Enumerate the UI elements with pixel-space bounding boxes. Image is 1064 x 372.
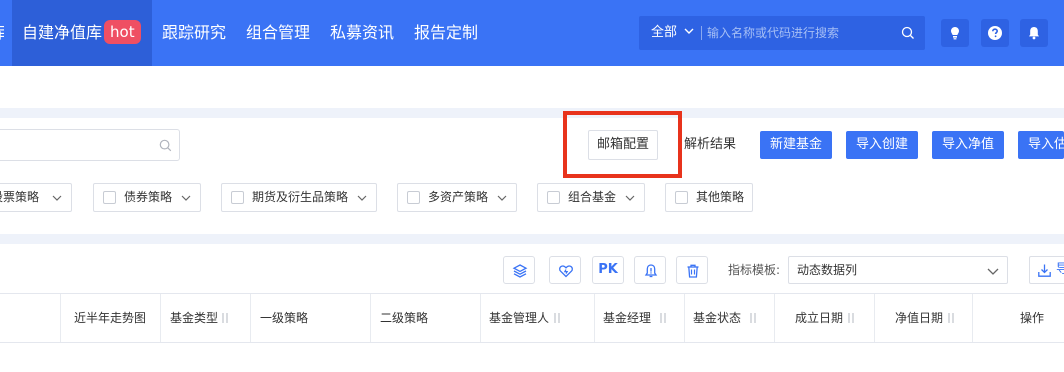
pk-button[interactable]: PK xyxy=(592,256,624,284)
import-nav-button[interactable]: 导入净值 xyxy=(932,131,1005,159)
sort-icon[interactable] xyxy=(221,312,229,324)
checkbox[interactable] xyxy=(675,191,688,204)
search-scope-select[interactable]: 全部 xyxy=(651,16,694,50)
column-label: 基金管理人 xyxy=(489,311,550,325)
heart-icon xyxy=(559,265,573,278)
nav-item-label: 自建净值库 xyxy=(22,23,103,42)
sort-icon[interactable] xyxy=(847,312,855,324)
strategy-label: 债券策略 xyxy=(124,190,173,204)
search-input[interactable] xyxy=(707,21,892,45)
lightbulb-icon xyxy=(951,27,959,40)
tips-button[interactable] xyxy=(941,19,969,47)
section-band-middle xyxy=(0,234,1064,244)
fund-search-input[interactable] xyxy=(0,129,180,161)
favorite-button[interactable] xyxy=(549,256,581,284)
search-icon xyxy=(159,139,172,152)
chevron-down-icon xyxy=(357,195,367,201)
nav-item-self-built-nav-db[interactable]: 自建净值库 hot xyxy=(12,0,152,66)
template-select-value: 动态数据列 xyxy=(797,263,858,277)
checkbox[interactable] xyxy=(547,191,560,204)
column-label: 基金经理 xyxy=(603,311,652,325)
nav-item-report-customization[interactable]: 报告定制 xyxy=(414,0,478,66)
table-header: 近半年走势图 基金类型 一级策略 二级策略 基金管理人 基金经理 基金状态 成立… xyxy=(0,293,1064,343)
strategy-label: 股票策略 xyxy=(0,190,40,204)
import-valuation-button[interactable]: 导入估 xyxy=(1018,131,1064,159)
global-search: 全部 xyxy=(639,16,925,50)
new-fund-button[interactable]: 新建基金 xyxy=(760,131,833,159)
checkbox[interactable] xyxy=(407,191,420,204)
nav-edge-fragment: 库 xyxy=(0,0,4,66)
help-button[interactable] xyxy=(981,19,1009,47)
alert-button[interactable] xyxy=(634,256,666,284)
chevron-down-icon xyxy=(987,268,999,275)
column-label: 成立日期 xyxy=(795,311,844,325)
column-label: 基金类型 xyxy=(170,311,219,325)
strategy-label: 组合基金 xyxy=(568,190,617,204)
search-divider xyxy=(701,26,702,40)
notifications-button[interactable] xyxy=(1020,19,1048,47)
strategy-filter-bond[interactable]: 债券策略 xyxy=(93,183,201,212)
top-nav: 库 自建净值库hot 跟踪研究 组合管理 私募资讯 报告定制 全部 xyxy=(0,0,1064,66)
layers-icon xyxy=(512,264,528,278)
column-header-fund-type[interactable]: 基金类型 xyxy=(160,294,250,342)
column-header-fund-manager-company[interactable]: 基金管理人 xyxy=(480,294,594,342)
chevron-down-icon xyxy=(52,195,62,201)
column-header-trend: 近半年走势图 xyxy=(60,294,160,342)
nav-item-tracking-research[interactable]: 跟踪研究 xyxy=(162,0,226,66)
highlight-box xyxy=(563,111,682,178)
column-label: 二级策略 xyxy=(380,311,429,325)
strategy-filter-other[interactable]: 其他策略 xyxy=(665,183,753,212)
column-label: 基金状态 xyxy=(693,311,742,325)
nav-item-portfolio-management[interactable]: 组合管理 xyxy=(246,0,310,66)
column-label: 净值日期 xyxy=(895,311,944,325)
column-header-inception-date[interactable]: 成立日期 xyxy=(774,294,874,342)
strategy-filter-futures[interactable]: 期货及衍生品策略 xyxy=(221,183,377,212)
export-button[interactable]: 导 xyxy=(1029,256,1064,284)
strategy-filter-stock[interactable]: 股票策略 xyxy=(0,183,72,212)
parse-result-button[interactable]: 解析结果 xyxy=(684,130,736,160)
download-icon xyxy=(1038,264,1051,277)
column-label: 近半年走势图 xyxy=(74,311,147,325)
column-header-level1-strategy: 一级策略 xyxy=(250,294,370,342)
chevron-down-icon xyxy=(497,195,507,201)
strategy-label: 其他策略 xyxy=(696,190,745,204)
nav-item-private-fund-news[interactable]: 私募资讯 xyxy=(330,0,394,66)
search-icon[interactable] xyxy=(901,26,915,40)
sort-icon[interactable] xyxy=(947,312,955,324)
checkbox[interactable] xyxy=(231,191,244,204)
strategy-filter-multi-asset[interactable]: 多资产策略 xyxy=(397,183,517,212)
sort-icon[interactable] xyxy=(659,312,667,324)
chevron-down-icon xyxy=(181,195,191,201)
column-label: 操作 xyxy=(1020,311,1045,325)
column-header-actions: 操作 xyxy=(972,294,1064,342)
strategy-label: 多资产策略 xyxy=(428,190,489,204)
delete-button[interactable] xyxy=(676,256,708,284)
column-header-fund-status[interactable]: 基金状态 xyxy=(684,294,774,342)
search-scope-label: 全部 xyxy=(651,25,678,40)
strategy-label: 期货及衍生品策略 xyxy=(252,190,349,204)
column-header-nav-date[interactable]: 净值日期 xyxy=(874,294,972,342)
trash-icon xyxy=(687,264,699,278)
export-label: 导 xyxy=(1056,262,1064,277)
template-label: 指标模板: xyxy=(728,263,781,277)
pk-label: PK xyxy=(598,262,618,277)
sort-icon[interactable] xyxy=(553,312,561,324)
column-header-level2-strategy: 二级策略 xyxy=(370,294,480,342)
strategy-filter-fof[interactable]: 组合基金 xyxy=(537,183,645,212)
chevron-down-icon xyxy=(684,28,694,34)
help-icon xyxy=(988,26,1002,40)
column-header-fund-manager[interactable]: 基金经理 xyxy=(594,294,684,342)
alert-bell-icon xyxy=(644,264,658,278)
template-select[interactable]: 动态数据列 xyxy=(788,256,1008,284)
column-label: 一级策略 xyxy=(260,311,309,325)
hot-badge: hot xyxy=(104,19,141,44)
checkbox[interactable] xyxy=(103,191,116,204)
chevron-down-icon xyxy=(625,195,635,201)
bell-icon xyxy=(1029,27,1039,40)
import-create-button[interactable]: 导入创建 xyxy=(846,131,919,159)
section-band-top xyxy=(0,108,1064,118)
layers-button[interactable] xyxy=(503,256,535,284)
sort-icon[interactable] xyxy=(749,312,757,324)
